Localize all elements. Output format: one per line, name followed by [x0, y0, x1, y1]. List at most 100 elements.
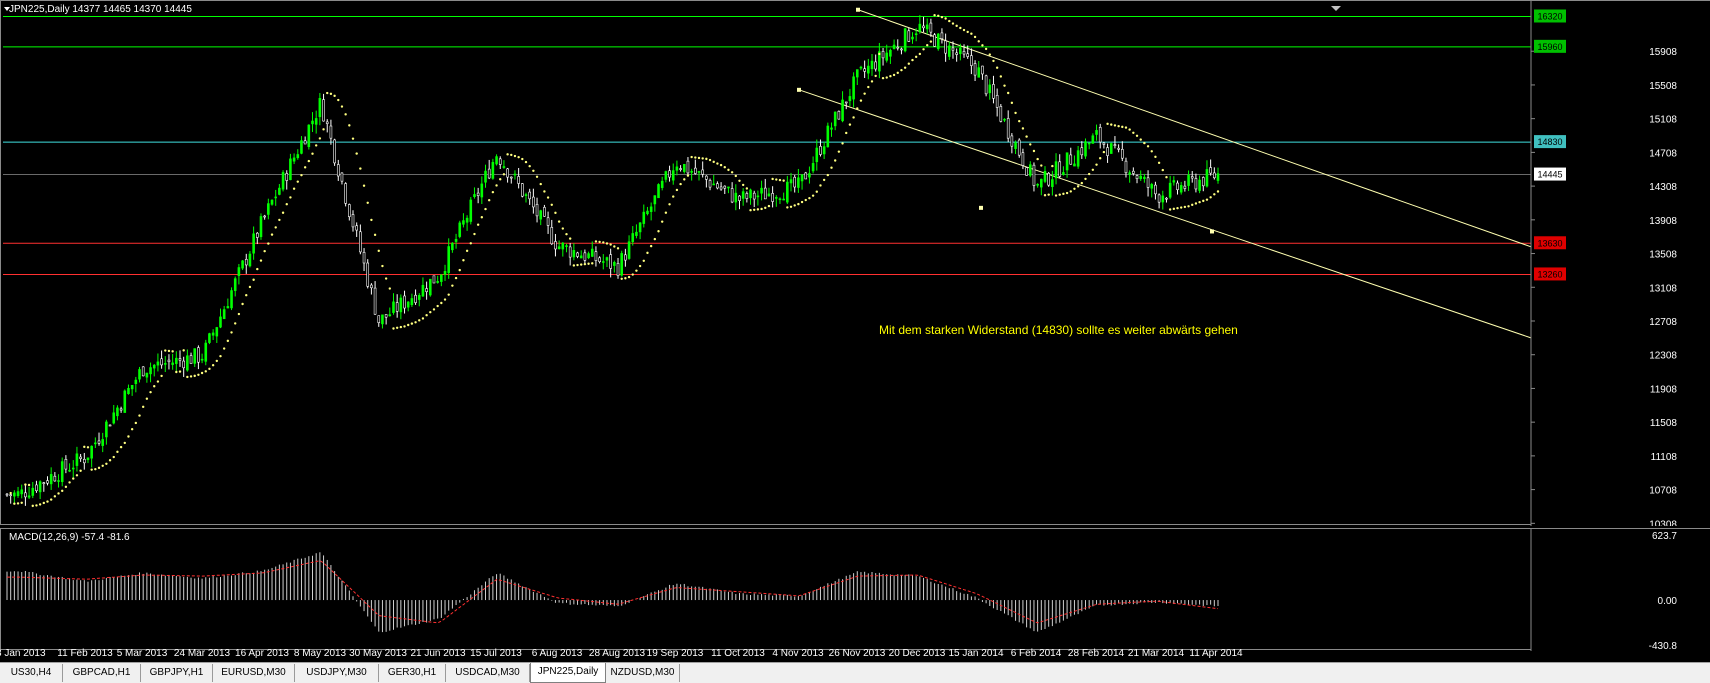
candle-body [193, 348, 197, 364]
tab-us30-h4[interactable]: US30,H4 [0, 664, 63, 682]
x-tick-label: 18 Jan 2013 [0, 648, 46, 659]
chart-window: Mit dem starken Widerstand (14830) sollt… [0, 0, 1710, 683]
sar-dot [487, 199, 491, 202]
candle-body [440, 274, 443, 282]
sar-dot [944, 17, 947, 20]
sar-dot [999, 75, 1003, 78]
sar-dot [27, 483, 31, 487]
candle-body [68, 469, 71, 472]
sar-dot [1154, 155, 1157, 159]
tab-nzdusd-m30[interactable]: NZDUSD,M30 [606, 664, 680, 682]
macd-chart[interactable]: 623.7 0.00 -430.8 [1, 529, 1710, 651]
candle-body [701, 169, 704, 175]
candle-body [395, 302, 399, 312]
sar-dot [414, 321, 417, 324]
sar-dot [61, 489, 64, 493]
tab-usdcad-m30[interactable]: USDCAD,M30 [446, 664, 530, 682]
candle-body [903, 28, 907, 52]
x-tick-label: 19 Sep 2013 [646, 648, 704, 659]
candle-body [322, 99, 325, 122]
tab-jpn225-daily[interactable]: JPN225,Daily [530, 663, 606, 683]
x-tick-label: 5 Mar 2013 [116, 648, 168, 659]
candle-body [579, 255, 583, 259]
candle-body [119, 408, 123, 411]
sar-dot [1194, 202, 1198, 205]
tab-eurusd-m30[interactable]: EURUSD,M30 [213, 664, 295, 682]
candle-body [1190, 176, 1194, 179]
sar-dot [1128, 128, 1131, 131]
sar-dot [164, 349, 167, 352]
sar-dot [830, 166, 833, 169]
tab-gbpcad-h1[interactable]: GBPCAD,H1 [63, 664, 141, 682]
candle-body [329, 125, 333, 139]
y-tick-label: 15908 [1649, 47, 1677, 58]
sar-dot [683, 178, 686, 181]
sar-dot [1187, 205, 1190, 208]
sar-dot [31, 504, 34, 508]
sar-dot [679, 182, 682, 186]
sar-dot [1021, 127, 1025, 130]
sar-dot [1179, 206, 1183, 209]
candle-body [947, 45, 951, 57]
candle-body [171, 362, 174, 365]
tab-usdjpy-m30[interactable]: USDJPY,M30 [295, 664, 379, 682]
tab-gbpjpy-h1[interactable]: GBPJPY,H1 [141, 664, 213, 682]
sar-dot [381, 264, 384, 268]
sar-dot [53, 495, 57, 498]
candle-body [498, 158, 502, 165]
sar-dot [892, 73, 896, 77]
sar-dot [1117, 124, 1120, 128]
candle-body [944, 40, 947, 54]
sar-dot [657, 230, 660, 233]
scroll-marker-icon [1331, 6, 1341, 11]
sar-dot [35, 504, 38, 507]
sar-dot [403, 325, 406, 328]
candle-body [686, 160, 690, 174]
candle-body [1198, 179, 1201, 191]
sar-dot [307, 159, 311, 163]
sar-dot [443, 298, 447, 301]
sar-dot [1036, 157, 1039, 161]
sar-dot [940, 15, 944, 19]
sar-dot [9, 491, 12, 495]
sar-dot [167, 349, 171, 353]
sar-dot [1172, 207, 1176, 211]
candle-body [263, 215, 266, 218]
sar-dot [226, 339, 230, 343]
price-chart[interactable]: Mit dem starken Widerstand (14830) sollt… [1, 1, 1710, 526]
sar-dot [822, 178, 826, 182]
sar-dot [49, 498, 53, 501]
candle-body [307, 124, 311, 148]
candle-body [340, 172, 344, 182]
candle-body [940, 32, 944, 40]
price-chart-panel[interactable]: Mit dem starken Widerstand (14830) sollt… [0, 0, 1710, 526]
sar-dot [186, 375, 189, 379]
y-tick-label: 13908 [1649, 216, 1677, 227]
candle-body [138, 369, 141, 380]
sar-dot [962, 28, 966, 32]
sar-dot [675, 188, 679, 192]
sar-dot [344, 113, 347, 116]
channel-upper-line-anchor [856, 7, 860, 12]
sar-dot [300, 173, 303, 177]
macd-panel[interactable]: 623.7 0.00 -430.8 MACD(12,26,9) -57.4 -81.… [0, 528, 1710, 651]
candle-body [786, 181, 789, 203]
candle-body [822, 146, 826, 155]
candle-body [134, 379, 138, 384]
candle-body [392, 301, 395, 313]
y-tick-label: 11108 [1651, 452, 1678, 463]
sar-dot [749, 209, 752, 212]
sar-dot [561, 227, 565, 230]
candle-body [1036, 183, 1039, 186]
candle-body [657, 184, 660, 199]
candle-body [977, 67, 981, 78]
sar-dot [668, 203, 671, 206]
sar-dot [510, 153, 513, 157]
tab-ger30-h1[interactable]: GER30,H1 [379, 664, 446, 682]
sar-dot [160, 374, 163, 378]
candle-body [359, 231, 362, 253]
sar-dot [248, 285, 252, 289]
candle-body [999, 106, 1003, 122]
candle-body [1054, 161, 1058, 179]
sar-dot [833, 159, 837, 162]
